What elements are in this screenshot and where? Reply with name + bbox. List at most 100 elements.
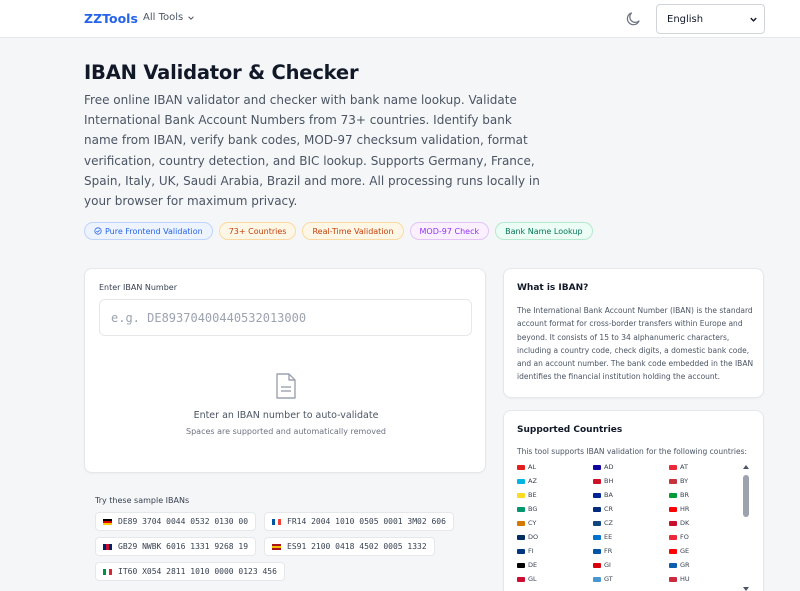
flag-icon [669, 520, 677, 526]
all-tools-menu[interactable]: All Tools [143, 12, 195, 23]
sample-iban-text: IT60 X054 2811 1010 0000 0123 456 [118, 567, 277, 576]
flag-icon [593, 548, 601, 554]
flag-icon [593, 464, 601, 470]
about-iban-card: What is IBAN? The International Bank Acc… [503, 268, 764, 398]
feature-badge-label: Real-Time Validation [312, 226, 394, 236]
flag-icon [517, 464, 525, 470]
country-code: GL [528, 575, 537, 583]
country-code: HR [680, 505, 690, 513]
scroll-down-arrow-icon[interactable] [743, 587, 749, 591]
country-code: CZ [604, 519, 613, 527]
page-title: IBAN Validator & Checker [84, 61, 359, 84]
feature-badge: MOD-97 Check [409, 222, 490, 240]
country-item: BG [517, 505, 537, 513]
country-code: BE [528, 491, 537, 499]
country-item: BR [669, 491, 689, 499]
country-code: HU [680, 575, 690, 583]
flag-icon [593, 492, 601, 498]
country-item: CR [593, 505, 613, 513]
country-item: GE [669, 547, 689, 555]
scroll-up-arrow-icon[interactable] [743, 465, 749, 469]
scrollbar-thumb[interactable] [743, 475, 749, 517]
feature-badge: Bank Name Lookup [495, 222, 593, 240]
country-code: DK [680, 519, 690, 527]
empty-state-subtitle: Spaces are supported and automatically r… [186, 427, 386, 436]
country-code: CR [604, 505, 614, 513]
country-code: FR [604, 547, 613, 555]
feature-badge-label: Pure Frontend Validation [105, 226, 203, 236]
sample-iban-button[interactable]: GB29 NWBK 6016 1331 9268 19 [95, 537, 257, 556]
country-item: FR [593, 547, 612, 555]
flag-icon [669, 548, 677, 554]
language-select-value: English [667, 13, 704, 25]
flag-icon [517, 548, 525, 554]
flag-icon [669, 478, 677, 484]
country-item: HR [669, 505, 689, 513]
feature-badge: Pure Frontend Validation [84, 222, 213, 240]
document-icon [276, 373, 296, 399]
country-item: AT [669, 463, 688, 471]
flag-icon [669, 464, 677, 470]
flag-icon [103, 543, 112, 550]
about-iban-text: The International Bank Account Number (I… [517, 306, 754, 382]
sample-iban-button[interactable]: ES91 2100 0418 4502 0005 1332 [264, 537, 435, 556]
flag-icon [669, 506, 677, 512]
country-item: FI [517, 547, 534, 555]
country-item: FO [669, 533, 689, 541]
country-item: AD [593, 463, 613, 471]
page-description: Free online IBAN validator and checker w… [84, 93, 540, 209]
flag-icon [669, 534, 677, 540]
country-code: DO [528, 533, 539, 541]
flag-icon [272, 543, 281, 550]
flag-icon [517, 506, 525, 512]
country-item: DO [517, 533, 538, 541]
site-logo[interactable]: ZZTools [84, 11, 138, 26]
country-code: AD [604, 463, 614, 471]
country-code: GT [604, 575, 613, 583]
flag-icon [593, 576, 601, 582]
sample-iban-text: GB29 NWBK 6016 1331 9268 19 [118, 542, 249, 551]
feature-badge: 73+ Countries [218, 222, 297, 240]
country-code: CY [528, 519, 537, 527]
country-item: GI [593, 561, 611, 569]
feature-badge-label: 73+ Countries [228, 226, 287, 236]
iban-input[interactable] [99, 299, 472, 336]
sample-iban-button[interactable]: IT60 X054 2811 1010 0000 0123 456 [95, 562, 285, 581]
country-code: FO [680, 533, 689, 541]
country-item: DE [517, 561, 537, 569]
flag-icon [517, 534, 525, 540]
empty-state-title: Enter an IBAN number to auto-validate [193, 410, 379, 421]
check-circle-icon [94, 227, 102, 235]
supported-countries-title: Supported Countries [517, 425, 623, 435]
flag-icon [517, 492, 525, 498]
country-item: BH [593, 477, 613, 485]
iban-input-card: Enter IBAN Number Enter an IBAN number t… [84, 268, 486, 473]
country-item: GL [517, 575, 537, 583]
flag-icon [593, 534, 601, 540]
feature-badge-label: Bank Name Lookup [505, 226, 583, 236]
flag-icon [593, 562, 601, 568]
flag-icon [517, 576, 525, 582]
top-header: ZZTools All Tools English [0, 0, 800, 38]
flag-icon [669, 562, 677, 568]
language-select[interactable]: English [656, 4, 765, 34]
country-list-scrollbar[interactable] [742, 465, 750, 591]
flag-icon [103, 568, 112, 575]
country-code: GI [604, 561, 611, 569]
flag-icon [593, 478, 601, 484]
supported-countries-subtitle: This tool supports IBAN validation for t… [517, 447, 748, 456]
country-item: AZ [517, 477, 537, 485]
country-item: GT [593, 575, 613, 583]
flag-icon [517, 478, 525, 484]
flag-icon [669, 492, 677, 498]
country-code: GE [680, 547, 690, 555]
country-item: BE [517, 491, 537, 499]
feature-badge-label: MOD-97 Check [419, 226, 480, 236]
sample-iban-button[interactable]: FR14 2004 1010 0505 0001 3M02 606 [264, 512, 454, 531]
country-code: AT [680, 463, 688, 471]
country-code: GR [680, 561, 690, 569]
sample-iban-button[interactable]: DE89 3704 0044 0532 0130 00 [95, 512, 257, 531]
country-code: DE [528, 561, 538, 569]
sample-iban-text: ES91 2100 0418 4502 0005 1332 [287, 542, 427, 551]
dark-mode-moon-icon[interactable] [624, 10, 642, 28]
